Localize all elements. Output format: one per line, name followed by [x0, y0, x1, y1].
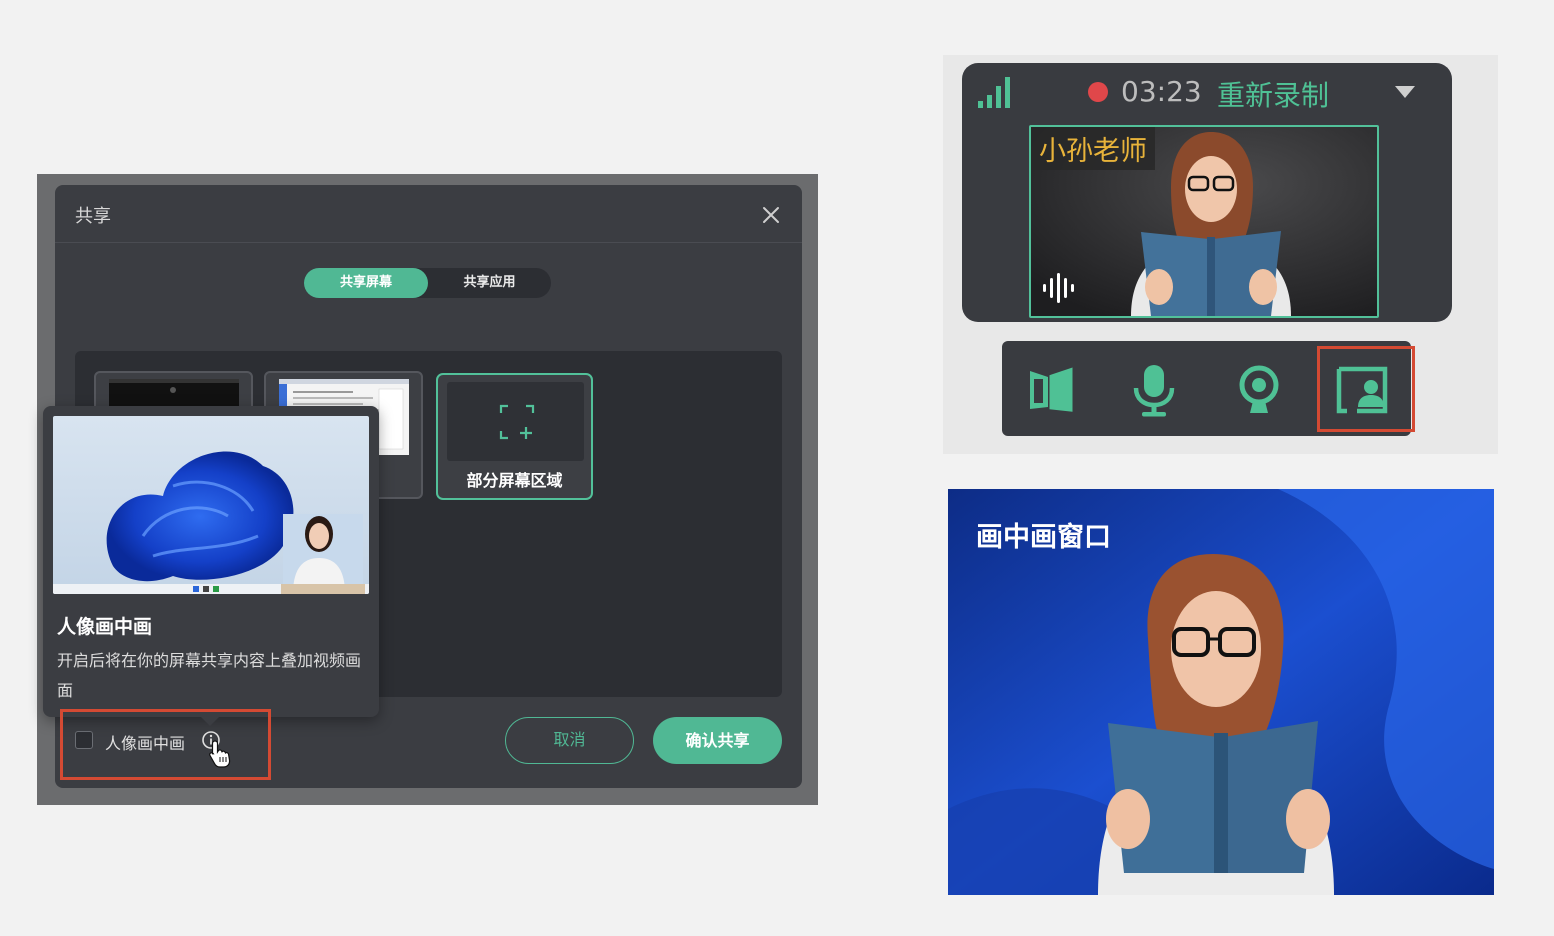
pip-window: 画中画窗口 — [948, 489, 1494, 895]
highlight-box-pip-checkbox — [60, 709, 271, 780]
cancel-button[interactable]: 取消 — [505, 717, 634, 764]
region-share-option[interactable]: 部分屏幕区域 — [436, 373, 593, 500]
tooltip-description: 开启后将在你的屏幕共享内容上叠加视频画面 — [57, 651, 362, 700]
recorder-panel: 03:23 重新录制 小孙老师 — [962, 63, 1452, 322]
close-icon[interactable] — [759, 203, 783, 227]
camera-name-label: 小孙老师 — [1031, 127, 1155, 170]
tab-share-app[interactable]: 共享应用 — [428, 268, 551, 298]
recording-indicator — [1088, 82, 1108, 102]
dialog-header: 共享 — [55, 185, 802, 243]
confirm-share-button[interactable]: 确认共享 — [653, 717, 782, 764]
pip-tooltip: 人像画中画 开启后将在你的屏幕共享内容上叠加视频画面 — [43, 406, 379, 726]
share-screen-icon[interactable] — [1022, 361, 1080, 419]
recording-time: 03:23 — [1121, 75, 1202, 108]
share-type-tabs: 共享屏幕 共享应用 — [304, 268, 551, 298]
pip-preview-image — [53, 416, 369, 594]
pip-window-title: 画中画窗口 — [976, 522, 1111, 553]
tab-share-screen[interactable]: 共享屏幕 — [304, 268, 428, 298]
tooltip-title: 人像画中画 — [57, 616, 153, 638]
dialog-title: 共享 — [75, 206, 111, 227]
region-option-label: 部分屏幕区域 — [466, 471, 563, 490]
signal-strength-icon — [978, 77, 1010, 108]
camera-icon[interactable] — [1230, 361, 1288, 419]
restart-recording-button[interactable]: 重新录制 — [1217, 74, 1329, 114]
caret-down-icon[interactable] — [1394, 84, 1416, 100]
highlight-box-pip-control — [1317, 346, 1415, 432]
region-preview — [447, 382, 584, 461]
camera-preview: 小孙老师 — [1029, 125, 1379, 318]
region-select-icon — [499, 404, 535, 440]
microphone-icon[interactable] — [1125, 361, 1183, 419]
audio-wave-icon — [1043, 273, 1074, 303]
